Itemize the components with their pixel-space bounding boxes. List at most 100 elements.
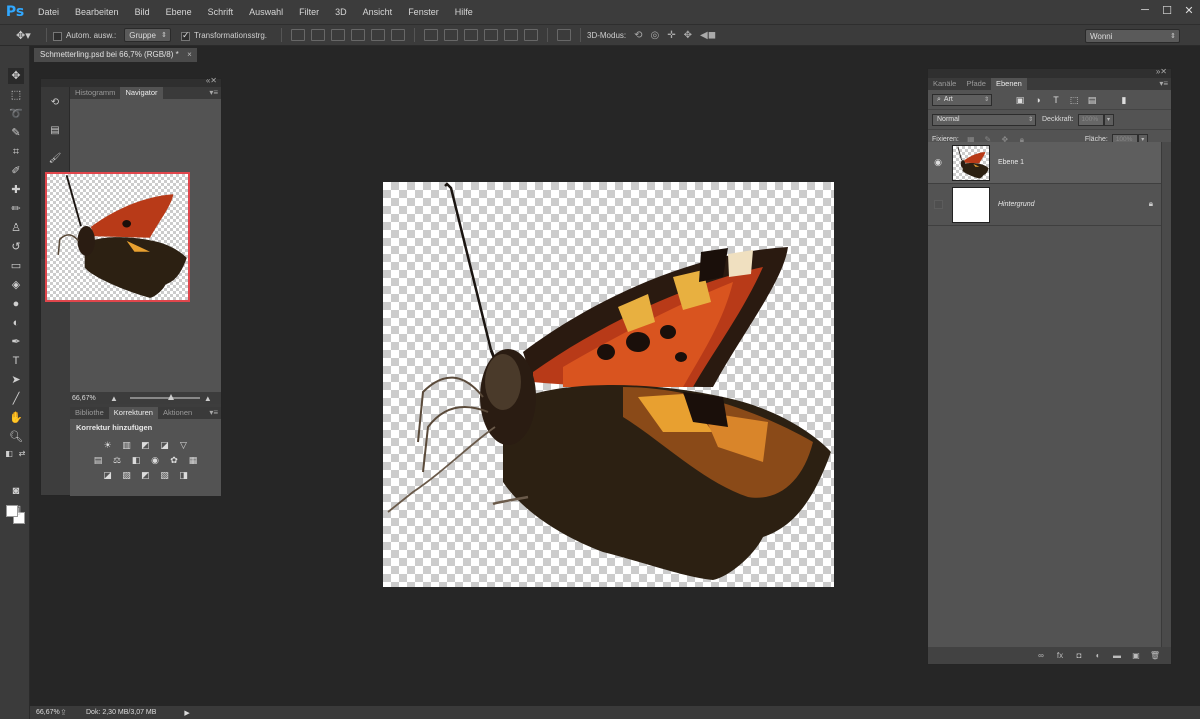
- zoom-slider-knob[interactable]: [167, 394, 174, 400]
- color-balance-icon[interactable]: ⚖: [111, 455, 124, 466]
- align-top-icon[interactable]: [291, 29, 305, 41]
- pixel-filter-icon[interactable]: ▣: [1014, 94, 1026, 106]
- visibility-eye-icon[interactable]: ◉: [928, 142, 948, 184]
- blend-mode-dropdown[interactable]: Normal: [932, 113, 1036, 126]
- menu-auswahl[interactable]: Auswahl: [241, 0, 291, 24]
- history-brush-tool-icon[interactable]: ↺: [8, 239, 24, 255]
- move-tool-icon[interactable]: ✥: [8, 68, 24, 84]
- quick-mask-icon[interactable]: ◙: [8, 483, 24, 499]
- 3d-roll-icon[interactable]: ◎: [651, 30, 660, 41]
- distribute-left-icon[interactable]: [484, 29, 498, 41]
- navigator-zoom-value[interactable]: 66,67%: [70, 395, 106, 402]
- delete-layer-icon[interactable]: 🗑︎: [1149, 651, 1161, 661]
- distribute-vcenter-icon[interactable]: [444, 29, 458, 41]
- menu-bearbeiten[interactable]: Bearbeiten: [67, 0, 127, 24]
- layers-scrollbar[interactable]: [1161, 142, 1171, 648]
- menu-3d[interactable]: 3D: [327, 0, 355, 24]
- zoom-tool-icon[interactable]: 🔍︎: [8, 429, 24, 445]
- menu-bild[interactable]: Bild: [127, 0, 158, 24]
- layer-style-icon[interactable]: fx: [1054, 651, 1066, 661]
- layer-name[interactable]: Ebene 1: [998, 159, 1024, 166]
- navigator-zoom-slider[interactable]: [129, 394, 200, 400]
- tab-bibliotheken[interactable]: Bibliothe: [70, 407, 109, 419]
- auto-select-dropdown[interactable]: Gruppe: [124, 28, 171, 42]
- layer-name[interactable]: Hintergrund: [998, 201, 1035, 208]
- curves-icon[interactable]: ◩: [139, 440, 152, 451]
- new-layer-icon[interactable]: ▣: [1130, 651, 1142, 661]
- align-right-icon[interactable]: [391, 29, 405, 41]
- document-canvas[interactable]: [383, 182, 834, 587]
- dock-titlebar[interactable]: «✕: [41, 76, 221, 87]
- menu-fenster[interactable]: Fenster: [400, 0, 447, 24]
- filter-toggle-icon[interactable]: ▮: [1118, 94, 1130, 106]
- path-select-tool-icon[interactable]: ➤: [8, 372, 24, 388]
- line-tool-icon[interactable]: ╱: [8, 391, 24, 407]
- close-document-icon[interactable]: ×: [187, 48, 192, 62]
- posterize-icon[interactable]: ▨: [120, 470, 133, 481]
- blur-tool-icon[interactable]: ●: [8, 296, 24, 312]
- tab-navigator[interactable]: Navigator: [120, 87, 163, 99]
- clone-stamp-tool-icon[interactable]: ♙: [8, 220, 24, 236]
- zoom-in-icon[interactable]: ▲: [204, 394, 212, 403]
- shape-filter-icon[interactable]: ⬚: [1068, 94, 1080, 106]
- panel-menu-icon[interactable]: ▾≡: [1159, 78, 1168, 90]
- levels-icon[interactable]: ▥: [120, 440, 133, 451]
- align-vcenter-icon[interactable]: [311, 29, 325, 41]
- eraser-tool-icon[interactable]: ▭: [8, 258, 24, 274]
- opacity-field[interactable]: 100%: [1077, 113, 1104, 126]
- layer-row-hintergrund[interactable]: Hintergrund 🔒︎: [928, 184, 1161, 226]
- transform-controls-checkbox[interactable]: Transformationsstrg.: [180, 30, 267, 41]
- move-tool-preset-icon[interactable]: ✥▾: [16, 29, 40, 42]
- distribute-hcenter-icon[interactable]: [504, 29, 518, 41]
- maximize-icon[interactable]: ☐: [1156, 0, 1178, 20]
- distribute-right-icon[interactable]: [524, 29, 538, 41]
- invert-icon[interactable]: ◪: [101, 470, 114, 481]
- 3d-slide-icon[interactable]: ✥: [684, 30, 692, 41]
- add-mask-icon[interactable]: ◘: [1073, 651, 1085, 661]
- align-bottom-icon[interactable]: [331, 29, 345, 41]
- minimize-icon[interactable]: ─: [1134, 0, 1156, 20]
- adjustment-filter-icon[interactable]: ◑: [1032, 94, 1044, 106]
- swap-colors-icon[interactable]: ⇄: [17, 446, 27, 462]
- exposure-icon[interactable]: ◪: [158, 440, 171, 451]
- tab-pfade[interactable]: Pfade: [961, 78, 991, 90]
- default-colors-icon[interactable]: ◧: [4, 446, 14, 462]
- hidden-eye-icon[interactable]: [933, 200, 943, 209]
- new-group-icon[interactable]: ▬: [1111, 651, 1123, 661]
- properties-panel-icon[interactable]: ▤: [47, 125, 63, 139]
- document-tab[interactable]: Schmetterling.psd bei 66,7% (RGB/8) * ×: [34, 48, 197, 62]
- dock-titlebar[interactable]: »✕: [928, 67, 1171, 78]
- layer-row-ebene-1[interactable]: ◉ Ebene 1: [928, 142, 1161, 184]
- auto-select-checkbox[interactable]: Autom. ausw.:: [53, 31, 116, 41]
- color-lookup-icon[interactable]: ▦: [187, 455, 200, 466]
- zoom-out-icon[interactable]: ▲: [110, 394, 118, 403]
- gradient-map-icon[interactable]: ▧: [158, 470, 171, 481]
- 3d-rotate-icon[interactable]: ⟲: [634, 30, 642, 41]
- auto-align-icon[interactable]: [557, 29, 571, 41]
- healing-brush-tool-icon[interactable]: ✚: [8, 182, 24, 198]
- smart-object-filter-icon[interactable]: ▤: [1086, 94, 1098, 106]
- export-icon[interactable]: ⇪: [60, 708, 72, 717]
- quick-select-tool-icon[interactable]: ✎: [8, 125, 24, 141]
- marquee-tool-icon[interactable]: ⬚: [8, 87, 24, 103]
- link-layers-icon[interactable]: ∞: [1035, 651, 1047, 661]
- dodge-tool-icon[interactable]: ◐: [8, 315, 24, 331]
- history-panel-icon[interactable]: ⟲: [47, 97, 63, 111]
- pen-tool-icon[interactable]: ✒: [8, 334, 24, 350]
- menu-hilfe[interactable]: Hilfe: [447, 0, 481, 24]
- foreground-color-swatch[interactable]: [6, 505, 18, 517]
- visibility-toggle[interactable]: [928, 184, 948, 226]
- hue-saturation-icon[interactable]: ▤: [92, 455, 105, 466]
- auto-select-check-box[interactable]: [53, 31, 62, 41]
- hand-tool-icon[interactable]: ✋: [8, 410, 24, 426]
- type-tool-icon[interactable]: T: [8, 353, 24, 369]
- collapse-icon[interactable]: »✕: [1156, 67, 1167, 76]
- status-menu-arrow-icon[interactable]: ▶: [184, 709, 189, 717]
- navigator-thumbnail[interactable]: [45, 172, 190, 302]
- crop-tool-icon[interactable]: ⌗: [8, 144, 24, 160]
- channel-mixer-icon[interactable]: ✿: [168, 455, 181, 466]
- workspace-dropdown[interactable]: Wonni: [1085, 29, 1180, 43]
- tab-korrekturen[interactable]: Korrekturen: [108, 407, 158, 419]
- align-left-icon[interactable]: [351, 29, 365, 41]
- 3d-pan-icon[interactable]: ✛: [667, 30, 675, 41]
